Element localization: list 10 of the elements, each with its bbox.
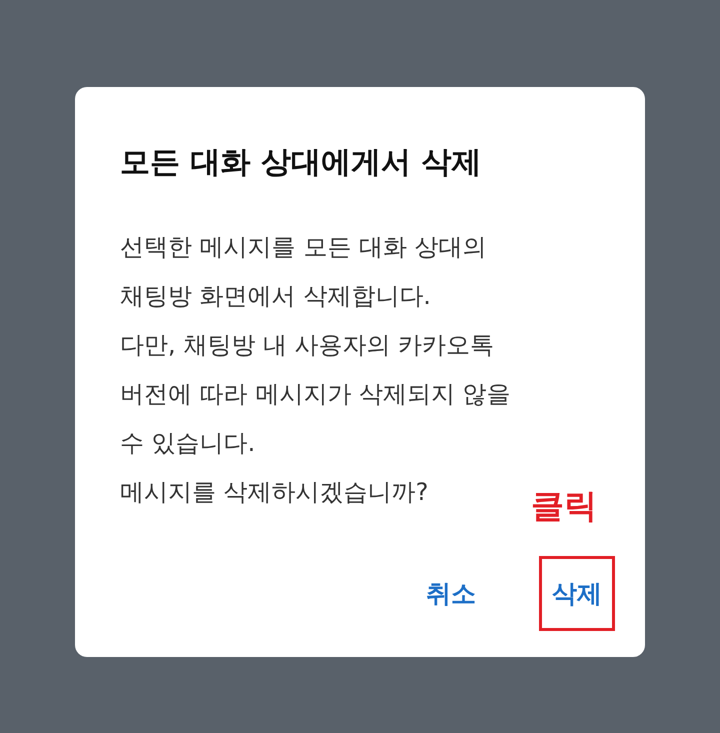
message-text: 수 있습니다. <box>120 428 256 459</box>
cancel-button[interactable]: 취소 <box>413 556 489 631</box>
message-text: 버전에 따라 메시지가 삭제되지 않을 <box>120 379 511 410</box>
annotation-label: 클릭 <box>531 485 597 527</box>
message-text: 채팅방 화면에서 삭제합니다. <box>120 281 431 312</box>
message-text: 선택한 메시지를 모든 대화 상대의 <box>120 232 487 263</box>
delete-button[interactable]: 삭제 <box>539 556 615 631</box>
message-text: 다만, 채팅방 내 사용자의 카카오톡 <box>120 330 494 361</box>
message-text: 메시지를 삭제하시겠습니까? <box>120 477 428 508</box>
dialog-title: 모든 대화 상대에게서 삭제 <box>120 144 482 182</box>
